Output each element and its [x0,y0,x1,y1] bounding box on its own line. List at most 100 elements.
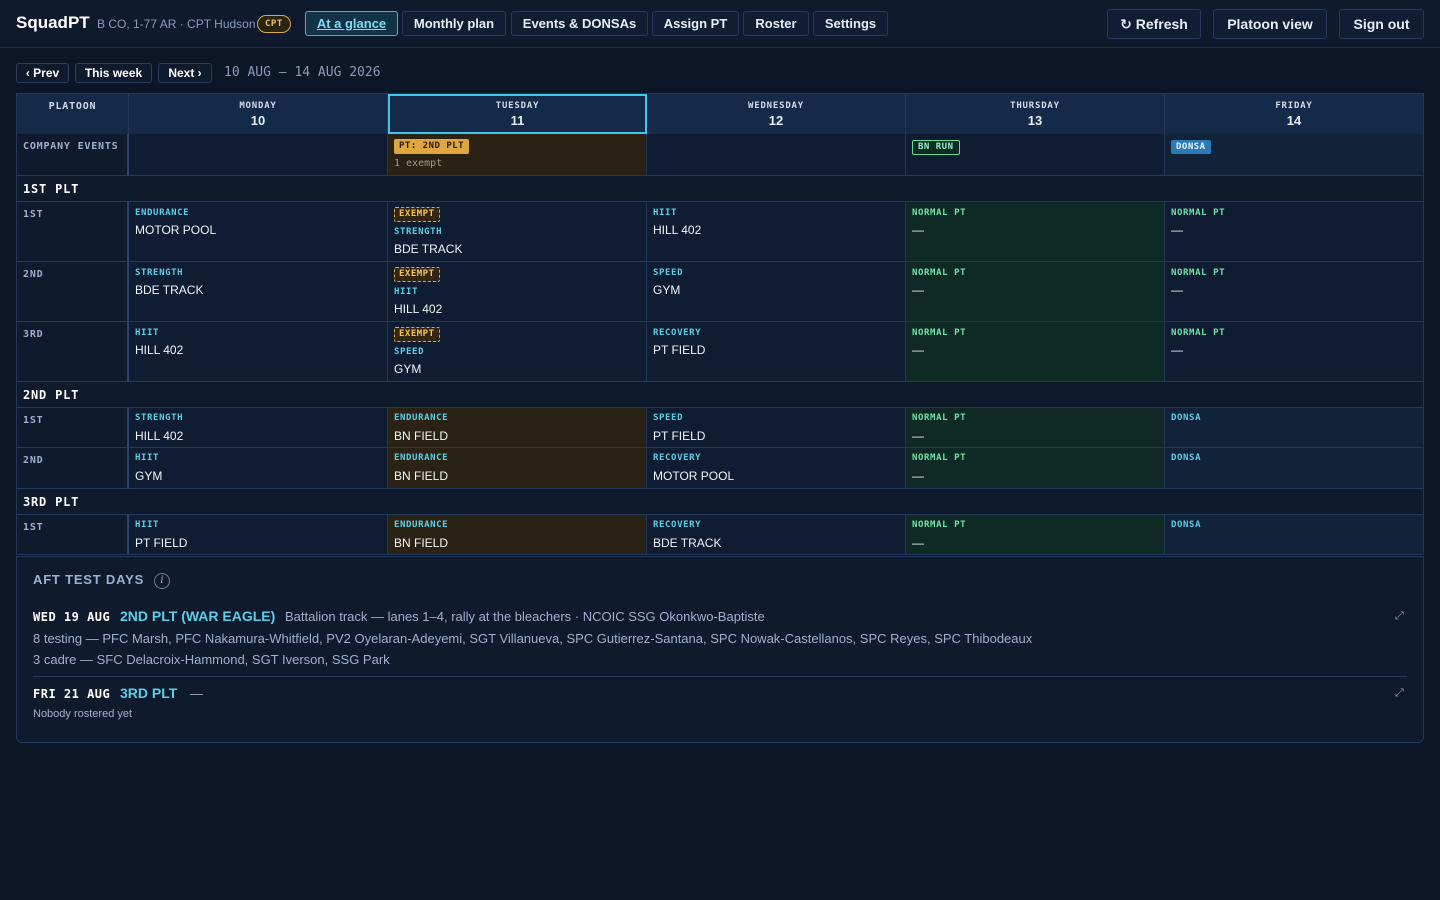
pt-cell[interactable]: HIIT GYM [129,448,388,489]
sign-out-button[interactable]: Sign out [1339,9,1424,39]
workout-type: NORMAL PT [912,208,967,218]
next-week-button[interactable]: Next › [158,63,212,83]
workout-location: MOTOR POOL [135,223,217,237]
company-event-cell-tuesday[interactable]: PT: 2ND PLT 1 exempt [388,134,647,176]
platoon-header-3rd[interactable]: 3RD PLT [17,489,1423,515]
pt-cell[interactable]: SPEED PT FIELD [647,408,906,448]
pt-cell[interactable]: STRENGTH HILL 402 [129,408,388,448]
donsa-pill[interactable]: DONSA [1171,140,1211,154]
tab-assign-pt[interactable]: Assign PT [652,11,739,36]
workout-location: PT FIELD [135,536,188,550]
tab-settings[interactable]: Settings [813,11,888,36]
rank-badge: CPT [257,15,291,33]
pt-cell[interactable]: ENDURANCE BN FIELD [388,515,647,554]
pt-cell[interactable]: EXEMPT STRENGTH BDE TRACK [388,202,647,262]
workout-location: BDE TRACK [394,242,463,256]
pt-cell[interactable]: RECOVERY MOTOR POOL [647,448,906,489]
pt-cell[interactable]: EXEMPT SPEED GYM [388,322,647,382]
day-header-thursday[interactable]: THURSDAY 13 [906,94,1165,134]
squad-label: 3RD [17,322,129,382]
squad-label: 2ND [17,262,129,322]
workout-type: NORMAL PT [912,328,967,338]
aft-platoon[interactable]: 2ND PLT (WAR EAGLE) [120,608,275,624]
aft-test-days-panel: AFT TEST DAYS i WED 19 AUG 2ND PLT (WAR … [16,556,1424,743]
app-brand[interactable]: SquadPT [16,13,90,33]
workout-location: PT FIELD [653,343,706,357]
workout-type: ENDURANCE [135,208,190,218]
pt-cell[interactable]: NORMAL PT — [1165,322,1423,382]
workout-type: SPEED [653,413,684,423]
bn-run-pill[interactable]: BN RUN [912,140,960,155]
platoon-header-2nd[interactable]: 2ND PLT [17,382,1423,408]
pt-cell[interactable]: NORMAL PT — [906,408,1165,448]
pt-cell[interactable]: NORMAL PT — [906,202,1165,262]
pt-cell[interactable]: NORMAL PT — [906,322,1165,382]
company-event-cell-monday[interactable] [129,134,388,176]
week-range: 10 AUG — 14 AUG 2026 [224,65,381,80]
top-bar: SquadPT B CO, 1-77 AR · CPT Hudson CPT A… [0,0,1440,48]
pt-cell[interactable]: STRENGTH BDE TRACK [129,262,388,322]
workout-type: RECOVERY [653,520,702,530]
company-event-cell-wednesday[interactable] [647,134,906,176]
tab-events-donsas[interactable]: Events & DONSAs [511,11,648,36]
prev-week-button[interactable]: ‹ Prev [16,63,69,83]
aft-date: WED 19 AUG [33,610,111,624]
pt-cell[interactable]: NORMAL PT — [906,448,1165,489]
tab-monthly-plan[interactable]: Monthly plan [402,11,506,36]
platoon-view-button[interactable]: Platoon view [1213,9,1327,39]
pt-cell[interactable]: ENDURANCE BN FIELD [388,408,647,448]
pt-cell[interactable]: HIIT HILL 402 [129,322,388,382]
workout-type: NORMAL PT [1171,328,1226,338]
workout-type: NORMAL PT [1171,268,1226,278]
day-header-tuesday[interactable]: TUESDAY 11 [388,94,647,134]
pt-cell[interactable]: HIIT PT FIELD [129,515,388,554]
platoon-header-1st[interactable]: 1ST PLT [17,176,1423,202]
pt-cell[interactable]: EXEMPT HIIT HILL 402 [388,262,647,322]
company-event-cell-friday[interactable]: DONSA [1165,134,1423,176]
day-name: TUESDAY [495,101,540,111]
company-events-label: COMPANY EVENTS [17,134,129,176]
pt-cell[interactable]: DONSA [1165,515,1423,554]
this-week-button[interactable]: This week [75,63,152,83]
expand-icon[interactable]: ⤢ [1395,687,1407,699]
pt-cell[interactable]: DONSA [1165,448,1423,489]
aft-platoon[interactable]: 3RD PLT [120,685,177,701]
squad-label: 1ST [17,408,129,448]
expand-icon[interactable]: ⤢ [1395,610,1407,622]
pt-cell[interactable]: NORMAL PT — [906,515,1165,554]
workout-type: HIIT [135,520,160,530]
day-header-monday[interactable]: MONDAY 10 [129,94,388,134]
workout-type: NORMAL PT [912,268,967,278]
tab-at-a-glance[interactable]: At a glance [305,11,398,36]
pt-cell[interactable]: NORMAL PT — [1165,202,1423,262]
workout-type: HIIT [653,208,678,218]
workout-type: HIIT [135,453,160,463]
aft-title: AFT TEST DAYS [33,572,145,587]
tab-roster[interactable]: Roster [743,11,809,36]
info-icon[interactable]: i [154,573,170,589]
squad-label: 1ST [17,202,129,262]
pt-cell[interactable]: ENDURANCE MOTOR POOL [129,202,388,262]
pt-cell[interactable]: ENDURANCE BN FIELD [388,448,647,489]
pt-cell[interactable]: NORMAL PT — [1165,262,1423,322]
refresh-button[interactable]: ↻ Refresh [1107,9,1201,39]
exempt-badge: EXEMPT [394,267,440,282]
workout-location: BDE TRACK [653,536,722,550]
day-header-friday[interactable]: FRIDAY 14 [1165,94,1423,134]
day-number: 12 [768,113,784,128]
day-header-wednesday[interactable]: WEDNESDAY 12 [647,94,906,134]
pt-cell[interactable]: RECOVERY BDE TRACK [647,515,906,554]
platoon-name: 3RD PLT [23,495,80,509]
squad-name: 1ST [23,209,44,220]
pt-cell[interactable]: DONSA [1165,408,1423,448]
workout-location: HILL 402 [653,223,702,237]
pt-cell[interactable]: RECOVERY PT FIELD [647,322,906,382]
aft-cadre-list: 3 cadre — SFC Delacroix-Hammond, SGT Ive… [33,652,390,667]
pt-cell[interactable]: SPEED GYM [647,262,906,322]
pt-cell[interactable]: NORMAL PT — [906,262,1165,322]
workout-type: DONSA [1171,520,1202,530]
company-event-cell-thursday[interactable]: BN RUN [906,134,1165,176]
pt-event-pill[interactable]: PT: 2ND PLT [394,139,470,154]
workout-type: DONSA [1171,413,1202,423]
pt-cell[interactable]: HIIT HILL 402 [647,202,906,262]
